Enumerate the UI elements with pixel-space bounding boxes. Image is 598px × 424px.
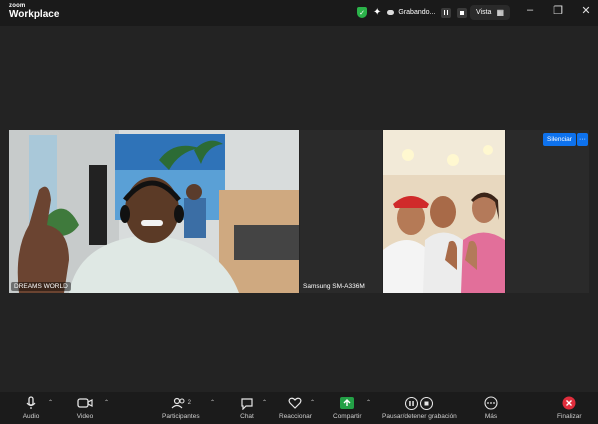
react-button[interactable]: Reaccionar (279, 395, 312, 420)
react-label: Reaccionar (279, 413, 312, 420)
audio-label: Audio (22, 413, 40, 420)
video-tile-empty (506, 130, 589, 293)
participant-video (9, 130, 299, 293)
end-icon (559, 395, 579, 411)
chat-options-chevron-up-icon[interactable]: ⌃ (262, 399, 267, 406)
meeting-status: ✓ ✦ Grabando... (357, 5, 468, 20)
tile-more-button[interactable]: ··· (577, 133, 588, 146)
recording-label: Grabando... (398, 9, 436, 16)
stop-icon (460, 10, 465, 15)
participant-video (383, 130, 505, 293)
more-button[interactable]: Más (481, 395, 501, 420)
audio-button[interactable]: Audio (21, 395, 41, 420)
participants-count: 2 (187, 400, 191, 406)
video-tile-dreams-world[interactable]: DREAMS WORLD (9, 130, 299, 293)
title-bar: zoom Workplace ✓ ✦ Grabando... Vista ▦ –… (0, 0, 598, 26)
view-label: Vista (476, 9, 492, 16)
heart-icon (285, 395, 305, 411)
cloud-icon (387, 10, 395, 15)
share-screen-icon (337, 395, 357, 411)
more-dots-icon (481, 395, 501, 411)
react-options-chevron-up-icon[interactable]: ⌃ (310, 399, 315, 406)
chat-label: Chat (240, 413, 254, 420)
more-label: Más (484, 413, 498, 420)
grid-icon: ▦ (496, 8, 504, 17)
end-meeting-button[interactable]: Finalizar (557, 395, 582, 420)
video-camera-icon (75, 395, 95, 411)
participants-icon: 2 (167, 395, 195, 411)
stop-recording-button[interactable] (457, 7, 468, 18)
end-label: Finalizar (557, 413, 582, 420)
participants-options-chevron-up-icon[interactable]: ⌃ (210, 399, 215, 406)
video-label: Video (76, 413, 94, 420)
video-button[interactable]: Video (75, 395, 95, 420)
pause-recording-button[interactable] (441, 7, 452, 18)
shield-icon[interactable]: ✓ (357, 7, 367, 18)
restore-icon[interactable]: ❐ (551, 4, 565, 17)
video-tile-samsung[interactable]: Samsung SM-A336M (300, 130, 382, 293)
pause-icon (444, 10, 449, 15)
zoom-logo: zoom Workplace (9, 3, 59, 20)
recording-indicator: Grabando... (387, 9, 435, 16)
share-options-chevron-up-icon[interactable]: ⌃ (366, 399, 371, 406)
participants-label: Participantes (162, 413, 200, 420)
participants-button[interactable]: 2 Participantes (162, 395, 200, 420)
logo-product: Workplace (9, 9, 60, 20)
chat-bubble-icon (237, 395, 257, 411)
close-icon[interactable]: ✕ (579, 4, 593, 17)
minimize-icon[interactable]: – (523, 4, 537, 16)
record-controls-icon (404, 395, 434, 411)
participant-name-label: Samsung SM-A336M (303, 283, 365, 290)
meeting-toolbar: Audio ⌃ Video ⌃ 2 Participantes ⌃ Chat ⌃… (0, 392, 598, 424)
share-label: Compartir (333, 413, 362, 420)
share-button[interactable]: Compartir (333, 395, 362, 420)
video-tile-group[interactable] (383, 130, 505, 293)
participant-name-label: DREAMS WORLD (11, 282, 71, 291)
view-button[interactable]: Vista ▦ (470, 5, 510, 20)
audio-options-chevron-up-icon[interactable]: ⌃ (48, 399, 53, 406)
mute-participant-button[interactable]: Silenciar (543, 133, 576, 146)
ai-companion-icon[interactable]: ✦ (373, 7, 381, 18)
video-options-chevron-up-icon[interactable]: ⌃ (104, 399, 109, 406)
pause-stop-recording-button[interactable]: Pausar/detener grabación (382, 395, 457, 420)
pause-record-label: Pausar/detener grabación (382, 413, 457, 420)
chat-button[interactable]: Chat (237, 395, 257, 420)
microphone-icon (21, 395, 41, 411)
